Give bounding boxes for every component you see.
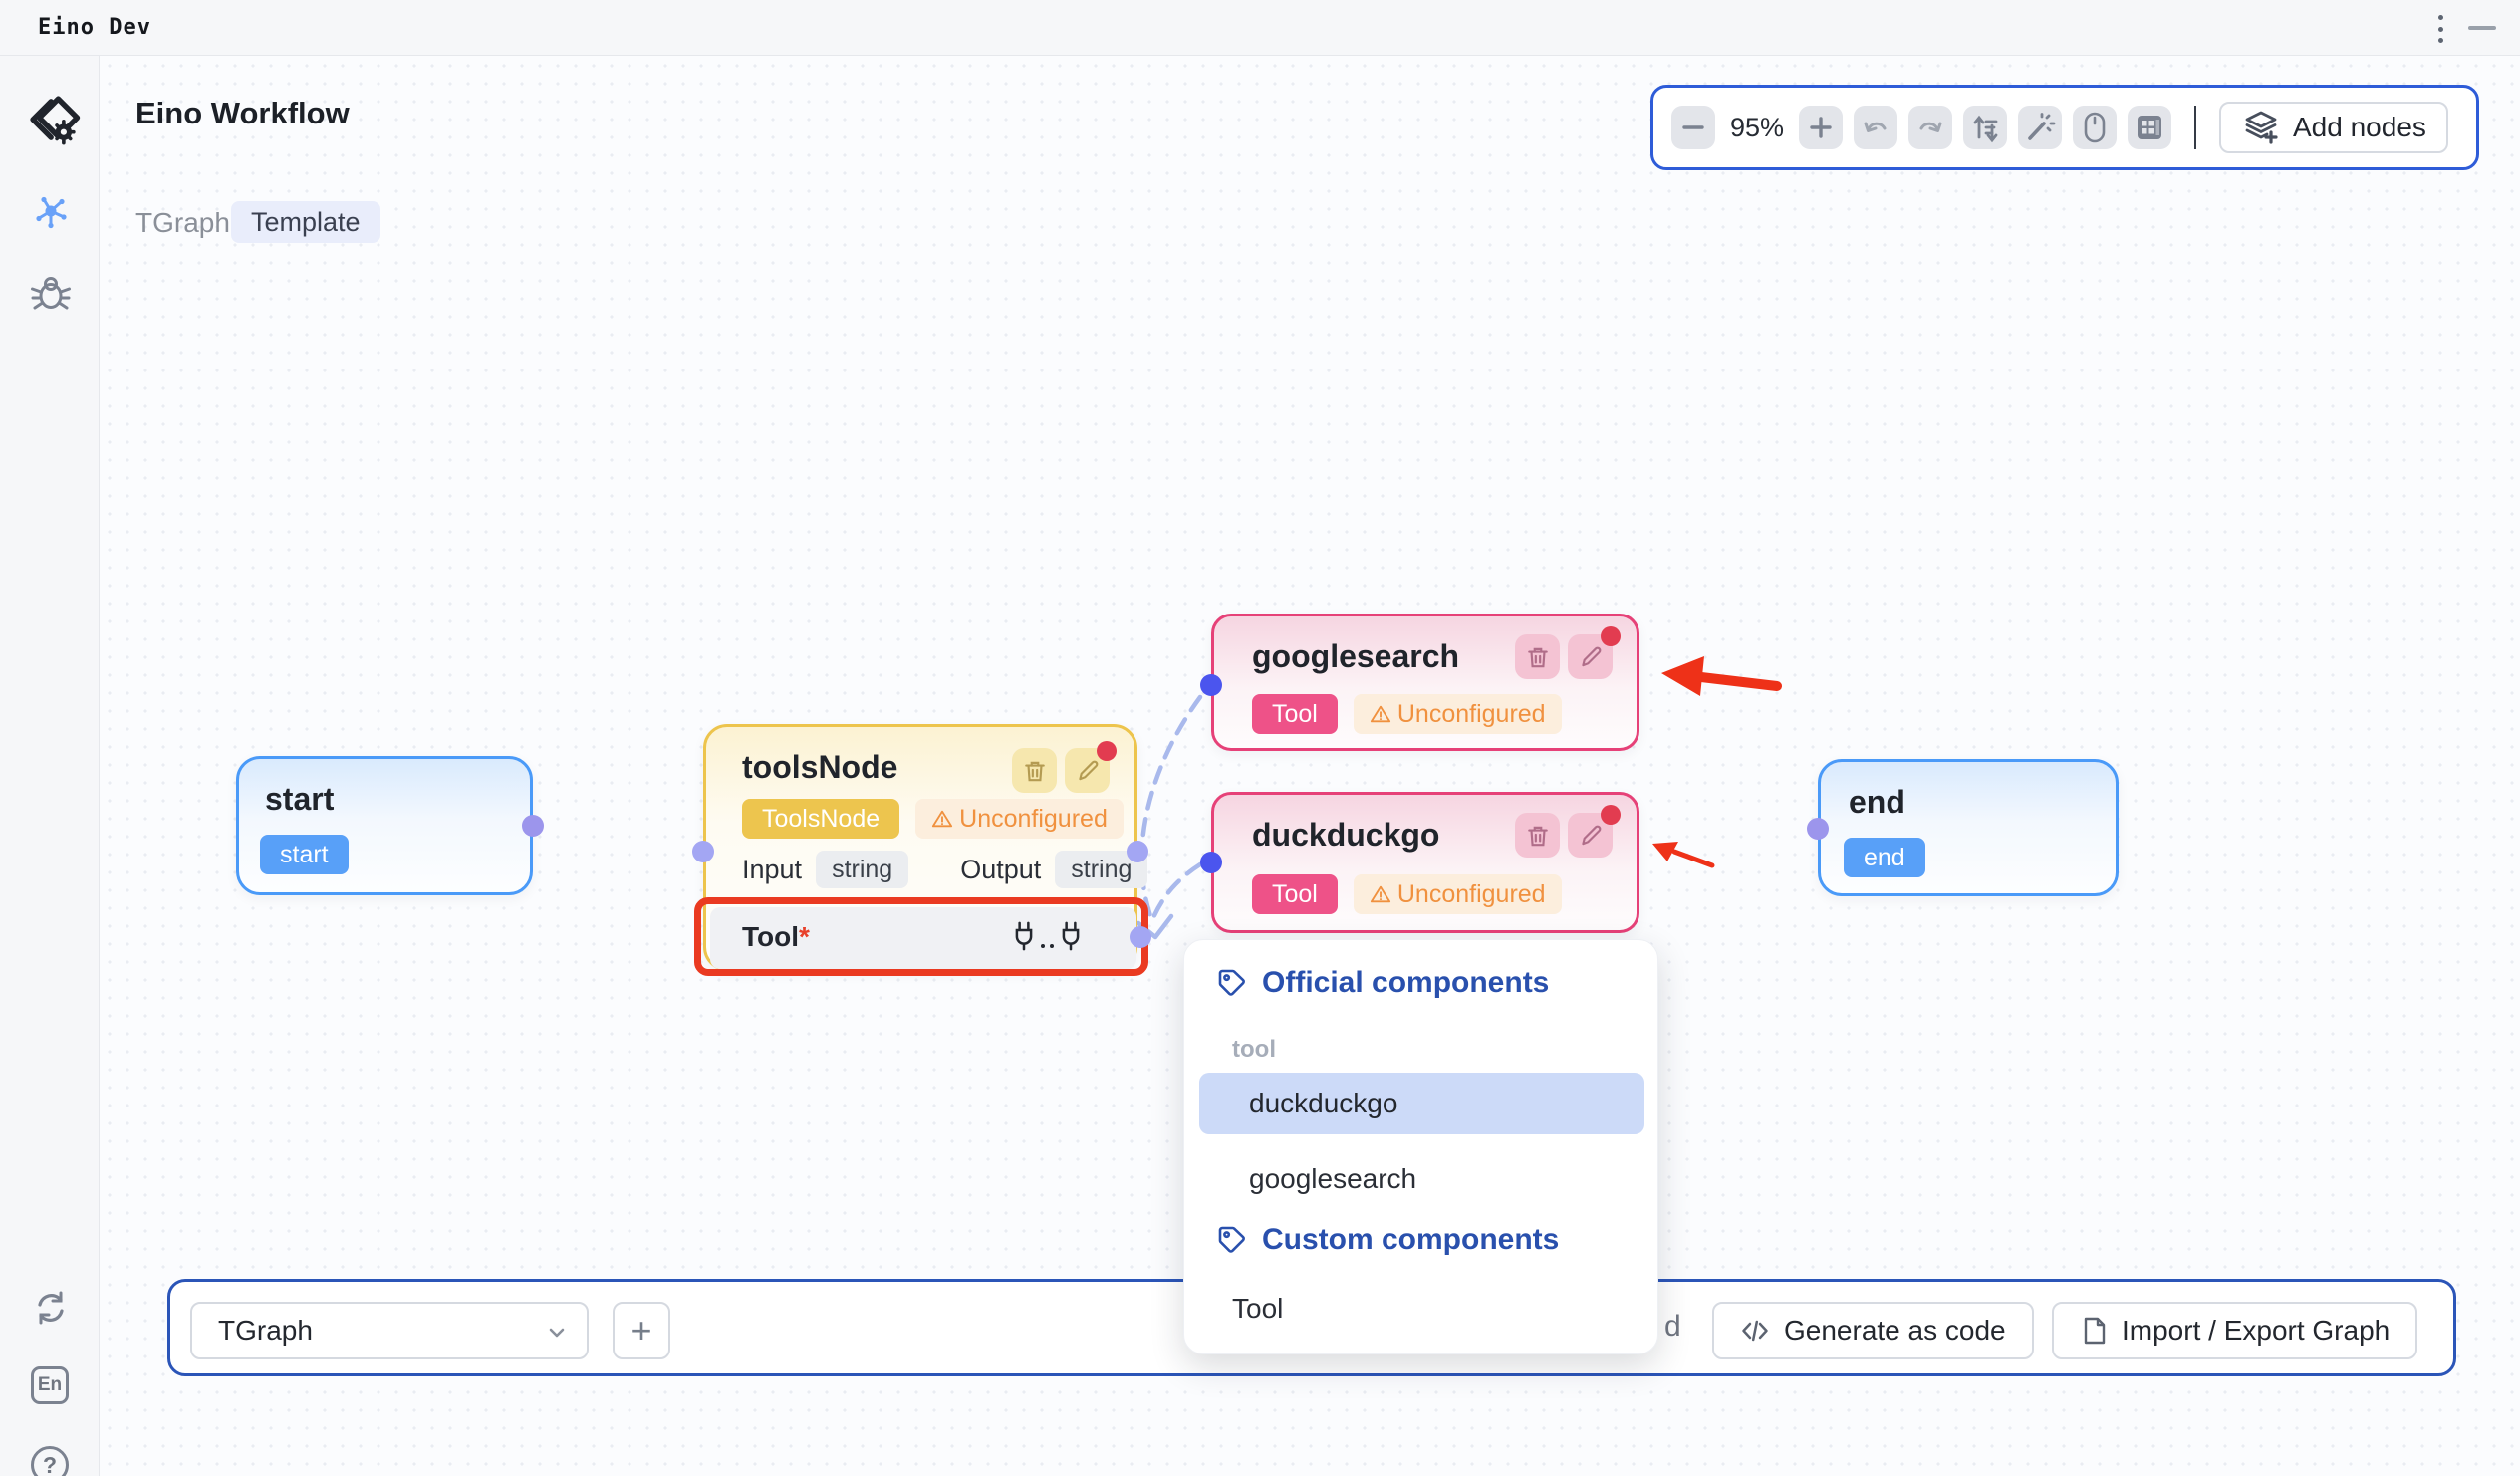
category-label: tool <box>1232 1036 1276 1064</box>
edit-node-button[interactable] <box>1568 634 1613 679</box>
magic-wand-button[interactable] <box>2018 106 2062 149</box>
port-googlesearch[interactable] <box>1200 674 1222 696</box>
graph-select-value: TGraph <box>218 1315 313 1346</box>
auto-layout-button[interactable] <box>1963 106 2007 149</box>
warning-icon <box>931 808 953 830</box>
custom-components-header: Custom components <box>1216 1223 1559 1257</box>
page-title: Eino Workflow <box>135 96 350 131</box>
tool-slot-row[interactable]: Tool* <box>710 907 1136 969</box>
node-duckduckgo-type-badge: Tool <box>1252 874 1338 914</box>
warning-icon <box>1370 703 1391 725</box>
sidebar-item-language-icon[interactable]: En <box>31 1366 69 1404</box>
component-picker-panel: Official components tool duckduckgo goog… <box>1183 939 1658 1354</box>
gear-glyph <box>54 122 74 143</box>
node-end[interactable]: end end <box>1818 759 2119 896</box>
tag-icon <box>1216 967 1248 999</box>
zoom-out-button[interactable] <box>1671 106 1715 149</box>
help-label: ? <box>43 1452 57 1476</box>
port-tool-slot[interactable] <box>1130 926 1151 948</box>
graph-type-label: TGraph <box>135 207 230 239</box>
output-label: Output <box>960 855 1041 885</box>
graph-select[interactable]: TGraph <box>190 1302 589 1359</box>
node-toolsnode-title: toolsNode <box>742 749 897 786</box>
delete-node-button[interactable] <box>1515 634 1560 679</box>
code-icon <box>1740 1316 1770 1346</box>
node-toolsnode-type-badge: ToolsNode <box>742 799 899 839</box>
window-minimize-icon[interactable] <box>2468 26 2496 30</box>
node-googlesearch-type-badge: Tool <box>1252 694 1338 734</box>
node-toolsnode[interactable]: toolsNode ToolsNode Unconfigured Input s… <box>703 724 1137 971</box>
component-item-duckduckgo[interactable]: duckduckgo <box>1199 1073 1644 1134</box>
file-icon <box>2080 1316 2108 1346</box>
warning-icon <box>1370 883 1391 905</box>
chevron-down-icon <box>545 1321 569 1345</box>
component-item-tool[interactable]: Tool <box>1232 1279 1283 1339</box>
language-label: En <box>38 1374 62 1396</box>
node-start[interactable]: start start <box>236 756 533 895</box>
input-type-chip: string <box>816 851 908 888</box>
toolbar-divider <box>2194 106 2196 149</box>
unsaved-indicator-dot <box>1097 741 1117 761</box>
plug-icon <box>1059 920 1083 952</box>
node-duckduckgo[interactable]: duckduckgo Tool Unconfigured <box>1211 792 1639 933</box>
layers-plus-icon <box>2241 108 2281 147</box>
node-start-title: start <box>265 781 334 818</box>
add-nodes-label: Add nodes <box>2293 112 2426 143</box>
add-graph-button[interactable]: + <box>613 1302 670 1359</box>
app-window: Eino Dev <box>0 0 2520 1476</box>
node-end-badge: end <box>1844 838 1925 877</box>
import-export-graph-button[interactable]: Import / Export Graph <box>2052 1302 2417 1359</box>
component-item-googlesearch[interactable]: googlesearch <box>1249 1149 1416 1209</box>
port-toolsnode-input[interactable] <box>692 841 714 862</box>
node-duckduckgo-status-badge: Unconfigured <box>1354 874 1562 914</box>
zoom-level-label: 95% <box>1726 113 1788 143</box>
undo-button[interactable] <box>1854 106 1897 149</box>
sidebar-item-debug-icon[interactable] <box>30 271 72 313</box>
clipped-text-fragment: d <box>1664 1310 1681 1344</box>
node-end-title: end <box>1849 784 1905 821</box>
add-nodes-button[interactable]: Add nodes <box>2219 102 2448 153</box>
port-toolsnode-output[interactable] <box>1127 841 1148 862</box>
delete-node-button[interactable] <box>1012 748 1057 793</box>
redo-button[interactable] <box>1908 106 1952 149</box>
port-start-output[interactable] <box>522 815 544 837</box>
port-duckduckgo[interactable] <box>1200 852 1222 873</box>
node-start-badge: start <box>260 835 349 874</box>
mouse-mode-button[interactable] <box>2073 106 2117 149</box>
sidebar-item-help-icon[interactable]: ? <box>31 1446 69 1476</box>
view-toolbar: 95% <box>1650 85 2479 170</box>
edit-node-button[interactable] <box>1568 813 1613 858</box>
sidebar-item-workflow-icon[interactable] <box>31 192 71 232</box>
eino-logo-icon[interactable] <box>24 92 82 147</box>
node-googlesearch-status-badge: Unconfigured <box>1354 694 1562 734</box>
generate-as-code-button[interactable]: Generate as code <box>1712 1302 2034 1359</box>
required-marker: * <box>799 921 810 952</box>
template-badge: Template <box>231 201 380 243</box>
delete-node-button[interactable] <box>1515 813 1560 858</box>
official-components-header: Official components <box>1216 966 1549 1000</box>
edit-node-button[interactable] <box>1065 748 1110 793</box>
node-toolsnode-status-badge: Unconfigured <box>915 799 1124 839</box>
node-googlesearch-title: googlesearch <box>1252 638 1459 675</box>
unsaved-indicator-dot <box>1601 805 1621 825</box>
plug-icons <box>1012 920 1083 952</box>
node-duckduckgo-title: duckduckgo <box>1252 817 1439 854</box>
input-label: Input <box>742 855 802 885</box>
node-googlesearch[interactable]: googlesearch Tool Unconfigured <box>1211 614 1639 751</box>
tag-icon <box>1216 1224 1248 1256</box>
sidebar: En ? <box>0 56 100 1476</box>
unsaved-indicator-dot <box>1601 626 1621 646</box>
zoom-in-button[interactable] <box>1799 106 1843 149</box>
window-menu-kebab-icon[interactable] <box>2432 15 2448 43</box>
minimap-button[interactable] <box>2128 106 2171 149</box>
tool-slot-label: Tool <box>742 921 799 952</box>
plug-icon <box>1012 920 1036 952</box>
window-title: Eino Dev <box>38 0 151 56</box>
port-end-input[interactable] <box>1807 818 1829 840</box>
window-titlebar: Eino Dev <box>0 0 2520 56</box>
sidebar-item-refresh-icon[interactable] <box>31 1288 71 1328</box>
